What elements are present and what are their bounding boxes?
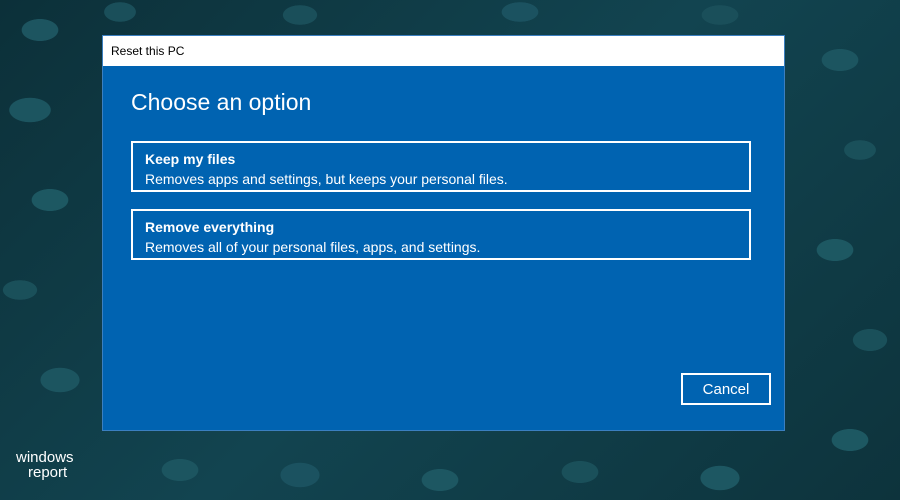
cancel-button[interactable]: Cancel <box>681 373 771 405</box>
reset-pc-dialog: Reset this PC Choose an option Keep my f… <box>103 36 784 430</box>
windows-report-logo: windows report <box>15 449 74 481</box>
option-description: Removes all of your personal files, apps… <box>145 239 481 255</box>
remove-everything-option[interactable]: Remove everything Removes all of your pe… <box>131 209 751 260</box>
logo-text-line2: report <box>28 464 68 481</box>
page-title: Choose an option <box>131 89 312 115</box>
option-title: Keep my files <box>145 151 236 167</box>
dialog-titlebar[interactable]: Reset this PC <box>103 36 784 66</box>
dialog-title: Reset this PC <box>111 44 185 58</box>
keep-my-files-option[interactable]: Keep my files Removes apps and settings,… <box>131 141 751 192</box>
option-description: Removes apps and settings, but keeps you… <box>145 171 508 187</box>
option-title: Remove everything <box>145 219 275 235</box>
